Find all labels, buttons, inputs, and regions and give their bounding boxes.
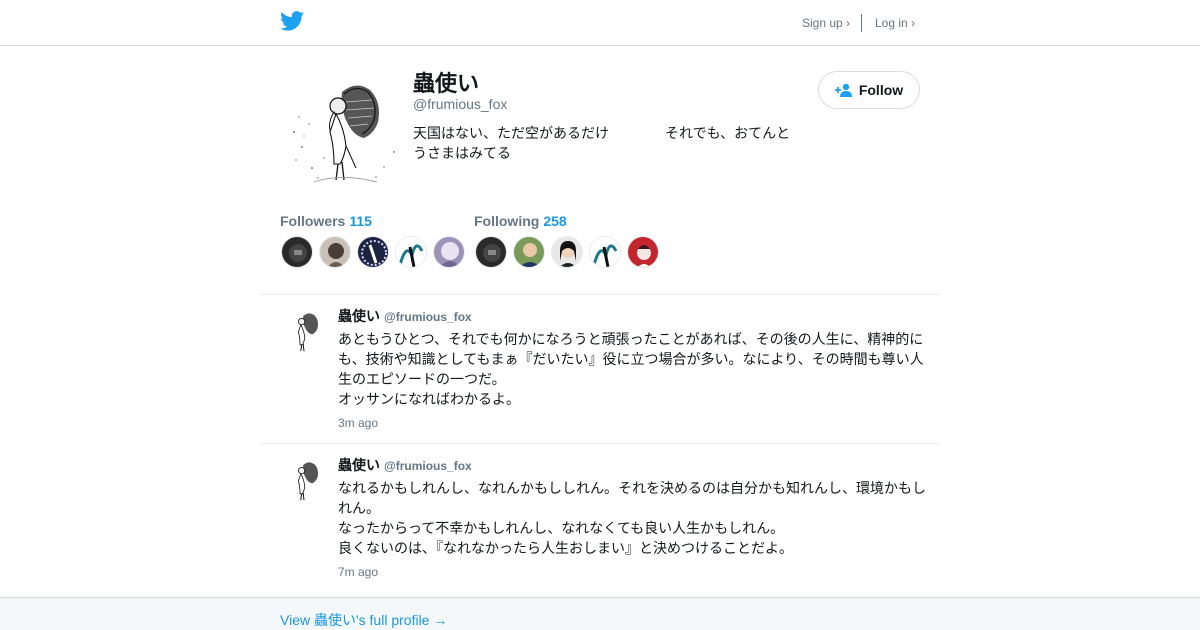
follower-avatar[interactable]: [433, 236, 465, 268]
follower-avatar[interactable]: [395, 236, 427, 268]
tweet-author-avatar[interactable]: [280, 308, 328, 356]
follow-button[interactable]: Follow: [818, 71, 920, 109]
following-stat[interactable]: Following 258: [474, 213, 567, 229]
add-user-icon: [834, 83, 852, 97]
following-avatar[interactable]: [513, 236, 545, 268]
followers-label: Followers: [280, 213, 346, 229]
following-count: 258: [543, 213, 567, 229]
nav-divider: [861, 14, 862, 32]
profile-display-name: 蟲使い: [413, 72, 480, 97]
tweet-author-handle[interactable]: @frumious_fox: [384, 310, 472, 324]
following-avatars: [475, 236, 659, 268]
tweet-text-line: なれるかもしれんし、なれんかもししれん。それを決めるのは自分かも知れんし、環境か…: [338, 481, 926, 517]
section-divider: [260, 294, 940, 295]
follower-avatar[interactable]: [357, 236, 389, 268]
tweet-author-avatar[interactable]: [280, 457, 328, 505]
tweet-text-line: 良くないのは、『なれなかったら人生おしまい』と決めつけることだよ。: [338, 541, 793, 557]
profile-handle: @frumious_fox: [413, 96, 508, 112]
profile-bio: 天国はない、ただ空があるだけ それでも、おてんとうさまはみてる: [413, 126, 791, 162]
following-avatar[interactable]: [475, 236, 507, 268]
following-label: Following: [474, 213, 540, 229]
tweet-text-line: なったからって不幸かもしれんし、なれなくても良い人生かもしれん。: [338, 521, 785, 537]
tweet-author-handle[interactable]: @frumious_fox: [384, 459, 472, 473]
footer-bar: View 蟲使い's full profile →: [0, 597, 1200, 630]
following-avatar[interactable]: [627, 236, 659, 268]
followers-stat[interactable]: Followers 115: [280, 213, 372, 229]
tweet-divider: [260, 443, 940, 444]
full-profile-link[interactable]: View 蟲使い's full profile →: [280, 610, 447, 630]
profile-avatar[interactable]: [284, 72, 404, 192]
twitter-bird-icon[interactable]: [280, 11, 304, 31]
follower-avatar[interactable]: [281, 236, 313, 268]
follower-avatar[interactable]: [319, 236, 351, 268]
top-bar: Sign up › Log in ›: [0, 0, 1200, 46]
following-avatar[interactable]: [551, 236, 583, 268]
tweet-text: なれるかもしれんし、なれんかもししれん。それを決めるのは自分かも知れんし、環境か…: [338, 479, 930, 559]
login-link[interactable]: Log in ›: [875, 16, 915, 30]
tweet-timestamp[interactable]: 3m ago: [338, 416, 378, 430]
signup-link[interactable]: Sign up ›: [802, 16, 850, 30]
tweet-text-line: オッサンになればわかるよ。: [338, 392, 520, 408]
tweet-text: あともうひとつ、それでも何かになろうと頑張ったことがあれば、その後の人生に、精神…: [338, 330, 930, 410]
following-avatar[interactable]: [589, 236, 621, 268]
followers-avatars: [281, 236, 465, 268]
tweet-author-name[interactable]: 蟲使い: [338, 306, 380, 326]
follow-button-label: Follow: [858, 82, 904, 98]
tweet-timestamp[interactable]: 7m ago: [338, 565, 378, 579]
followers-count: 115: [349, 213, 372, 229]
tweet-author-name[interactable]: 蟲使い: [338, 455, 380, 475]
tweet-text-line: あともうひとつ、それでも何かになろうと頑張ったことがあれば、その後の人生に、精神…: [338, 332, 924, 388]
